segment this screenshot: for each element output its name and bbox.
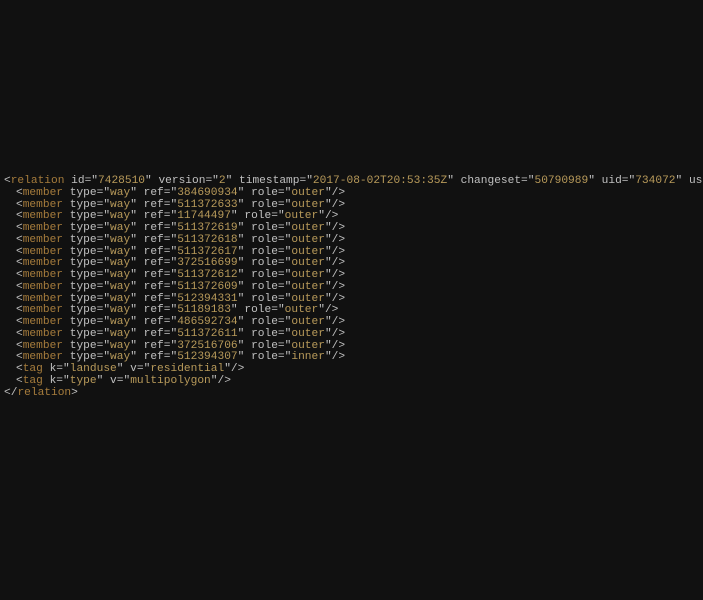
relation-close-line: </relation> xyxy=(4,388,703,400)
tag-line: <tag k="type" v="multipolygon"/> xyxy=(4,376,703,388)
xml-code-block: <relation id="7428510" version="2" times… xyxy=(0,0,703,399)
